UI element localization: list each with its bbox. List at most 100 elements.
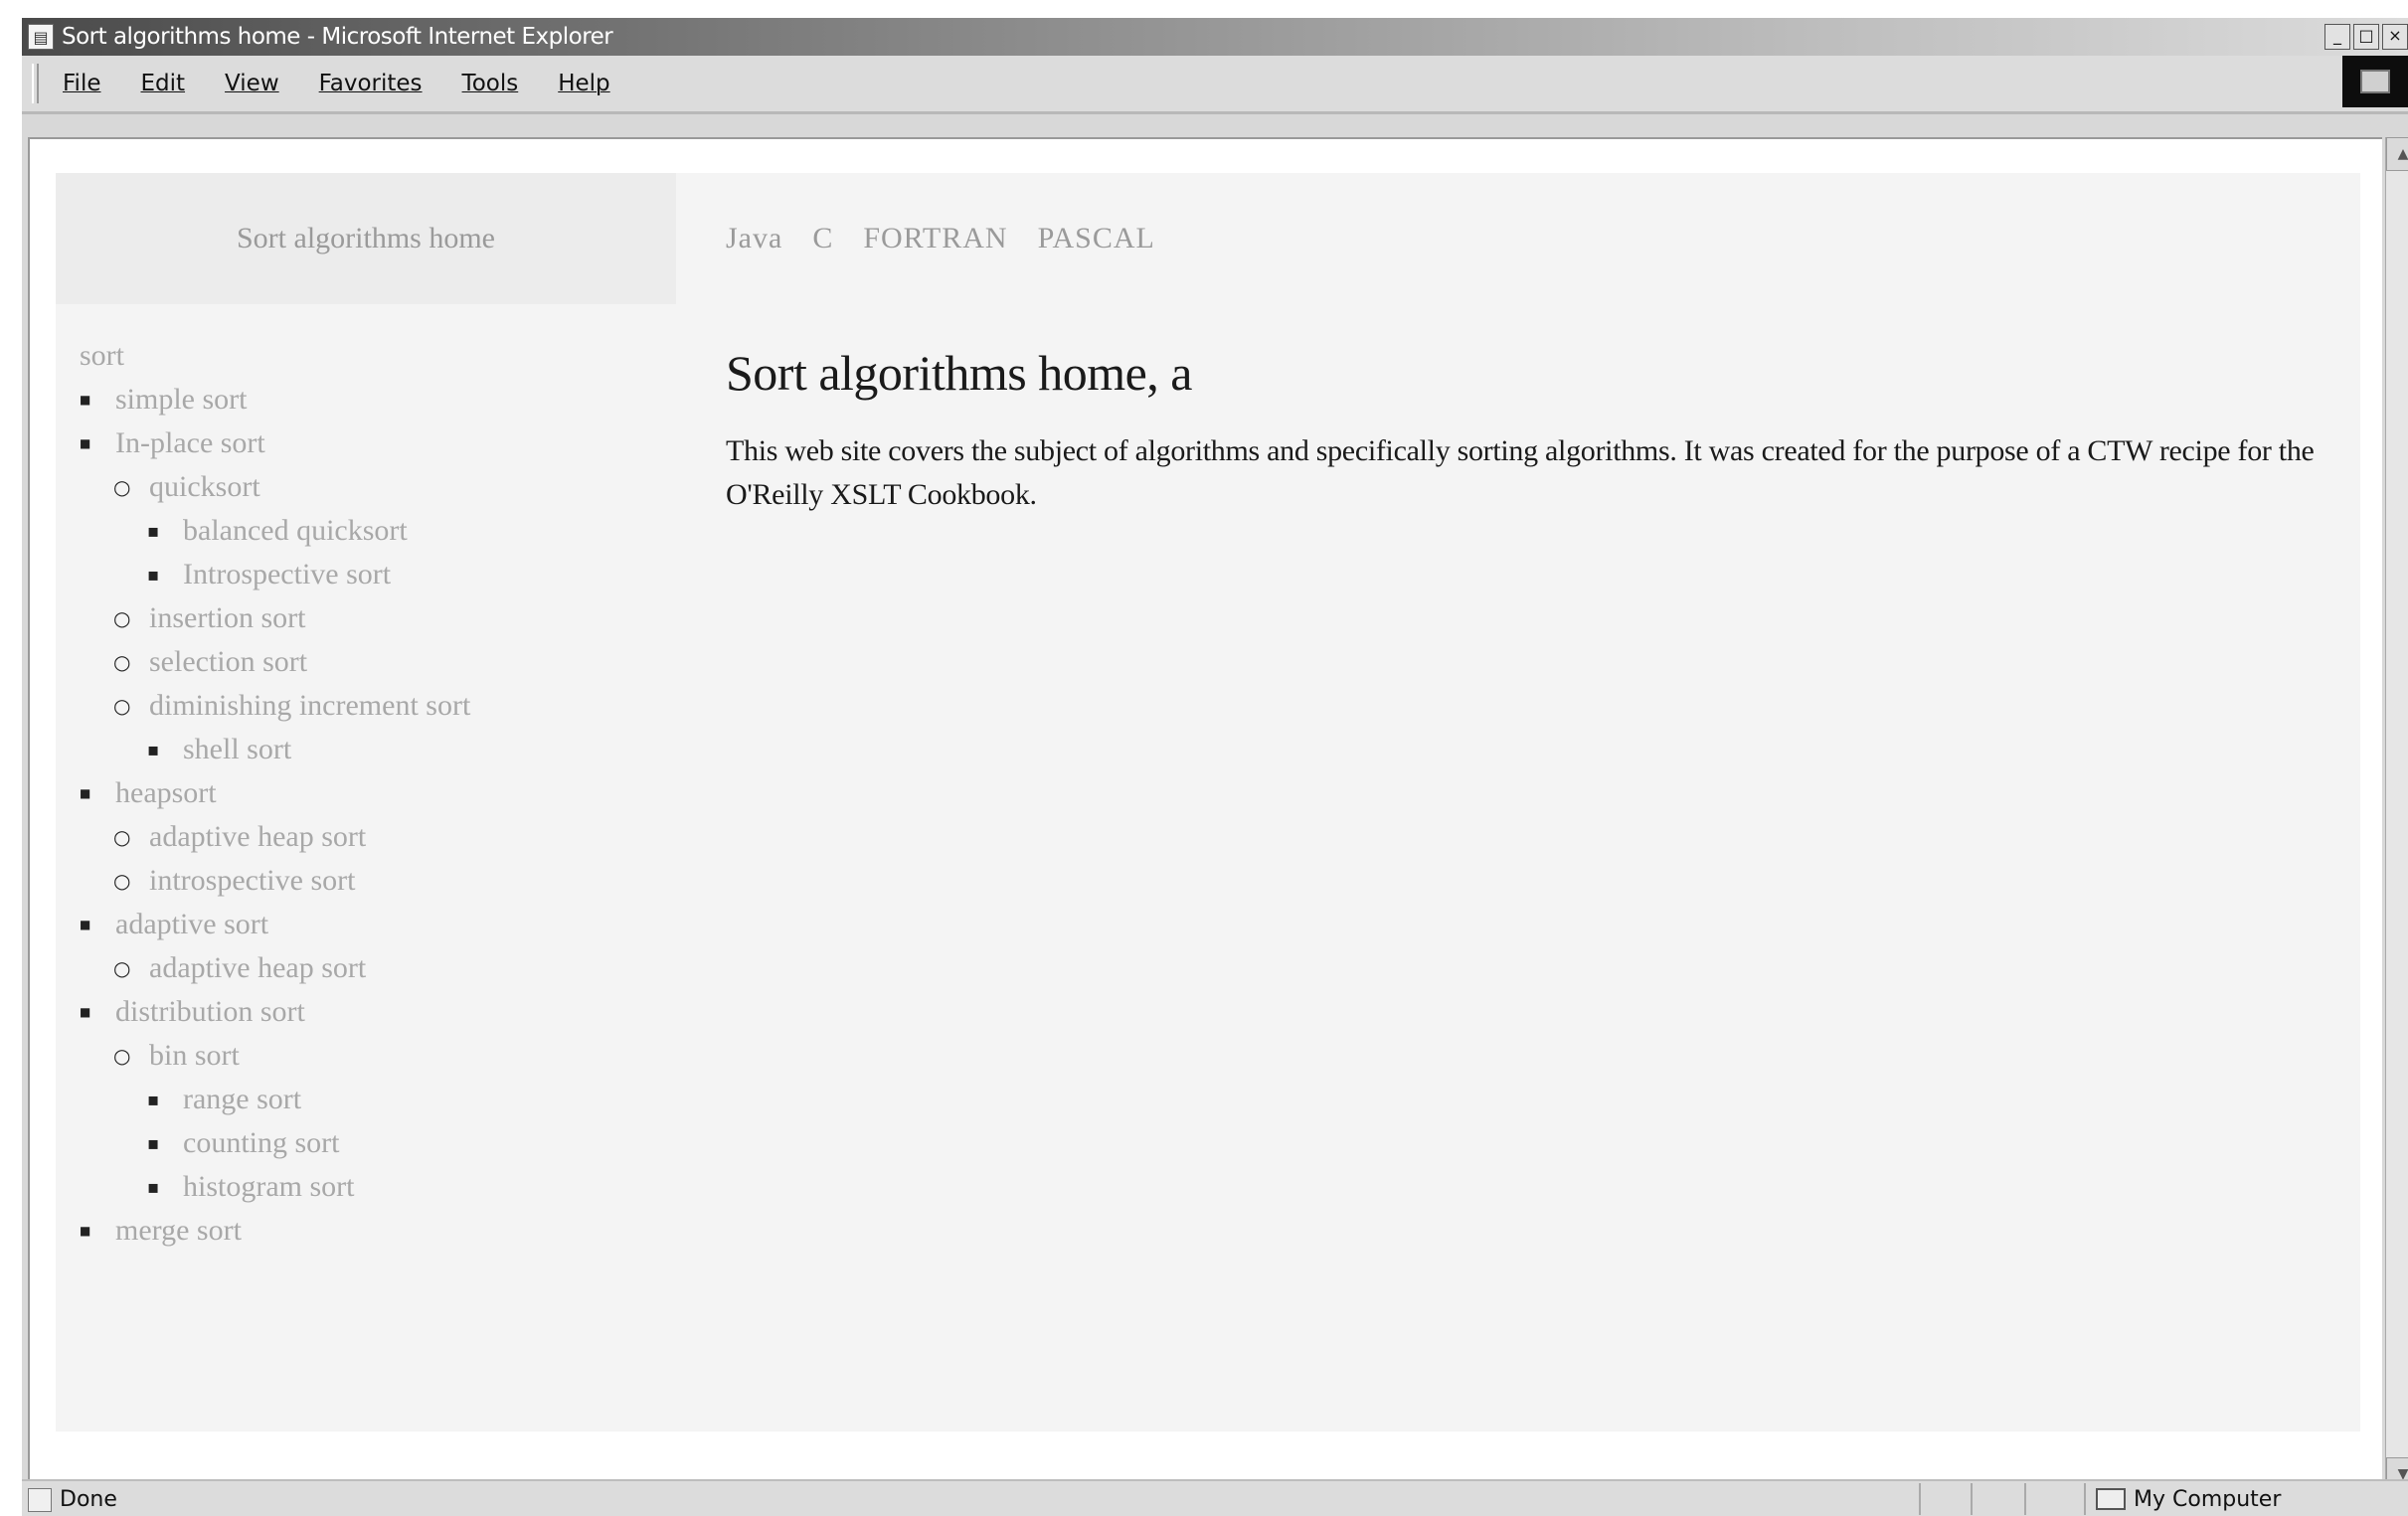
bullet-icon [113,475,149,499]
tree-item[interactable]: quicksort [80,465,676,509]
maximize-button[interactable]: □ [2353,24,2379,50]
bullet-icon [113,650,149,674]
status-divider [1971,1483,1973,1515]
bullet-icon [80,1223,115,1239]
windows-logo-icon [2342,56,2408,107]
tree-item-label[interactable]: bin sort [149,1039,240,1073]
security-zone: My Computer [2084,1483,2281,1515]
tree-item[interactable]: histogram sort [80,1165,676,1209]
tree-root-link[interactable]: sort [80,334,676,378]
tree-item-label[interactable]: simple sort [115,383,248,417]
bullet-icon [113,694,149,718]
bullet-icon [147,565,183,586]
tree-item[interactable]: adaptive heap sort [80,815,676,859]
minimize-button[interactable]: _ [2324,24,2350,50]
bullet-icon [80,917,115,932]
content-viewport: Sort algorithms home Java C FORTRAN PASC… [28,137,2382,1493]
bullet-icon [113,869,149,893]
tree-item-label[interactable]: balanced quicksort [183,514,408,548]
zone-label: My Computer [2134,1486,2282,1512]
vertical-scrollbar[interactable]: ▲ ▼ [2385,137,2408,1491]
bullet-icon [147,1133,183,1154]
tree-item[interactable]: balanced quicksort [80,509,676,553]
page-status-icon [28,1487,52,1512]
tree-item-label[interactable]: introspective sort [149,864,355,898]
tree-item-label[interactable]: Introspective sort [183,558,391,591]
status-bar: Done My Computer [22,1479,2408,1516]
title-bar[interactable]: ▤ Sort algorithms home - Microsoft Inter… [22,18,2408,56]
tree-item-label[interactable]: merge sort [115,1214,242,1248]
status-text: Done [60,1487,117,1512]
tree-item-label[interactable]: shell sort [183,733,291,766]
tree-item[interactable]: Introspective sort [80,553,676,596]
sort-tree-list: simple sort In-place sort quicksort balance… [80,378,676,1253]
bullet-icon [147,740,183,760]
menu-edit[interactable]: Edit [141,71,186,96]
tree-item[interactable]: range sort [80,1078,676,1121]
tree-item[interactable]: merge sort [80,1209,676,1253]
bullet-icon [80,435,115,451]
tree-item-label[interactable]: counting sort [183,1126,340,1160]
bullet-icon [80,392,115,408]
menu-file[interactable]: File [63,71,101,96]
tree-item-label[interactable]: quicksort [149,470,260,504]
tree-item-label[interactable]: insertion sort [149,601,306,635]
tree-item-label[interactable]: adaptive heap sort [149,951,366,985]
tree-item-label[interactable]: distribution sort [115,995,305,1029]
language-nav: Java C FORTRAN PASCAL [726,173,1185,304]
tree-item-label[interactable]: heapsort [115,776,217,810]
bullet-icon [80,1004,115,1020]
scroll-up-arrow-icon[interactable]: ▲ [2386,137,2408,171]
window-controls: _ □ × [2324,24,2408,50]
menu-favorites[interactable]: Favorites [319,71,423,96]
browser-window: ▤ Sort algorithms home - Microsoft Inter… [22,18,2408,1516]
bullet-icon [113,956,149,980]
bullet-icon [147,521,183,542]
page-heading: Sort algorithms home, a [726,345,1193,401]
nav-link-pascal[interactable]: PASCAL [1038,222,1155,255]
menu-bar: File Edit View Favorites Tools Help [22,56,2408,114]
nav-link-java[interactable]: Java [726,222,782,255]
tree-item-label[interactable]: range sort [183,1083,301,1116]
tree-item-label[interactable]: adaptive sort [115,908,268,941]
site-title[interactable]: Sort algorithms home [56,173,676,304]
main-content: Sort algorithms home, a This web site co… [726,342,2317,517]
bullet-icon [80,785,115,801]
status-divider [1919,1483,1921,1515]
bullet-icon [113,606,149,630]
tree-item[interactable]: insertion sort [80,596,676,640]
web-page: Sort algorithms home Java C FORTRAN PASC… [56,173,2360,1432]
tree-item[interactable]: counting sort [80,1121,676,1165]
sort-tree-sidebar: sort simple sort In-place sort quicksort ba… [80,334,676,1253]
tree-item[interactable]: adaptive sort [80,903,676,946]
bullet-icon [113,1044,149,1068]
tree-item-label[interactable]: selection sort [149,645,307,679]
bullet-icon [147,1090,183,1110]
tree-item[interactable]: selection sort [80,640,676,684]
toolbar-grip[interactable] [32,64,39,103]
nav-link-c[interactable]: C [812,222,833,255]
bullet-icon [113,825,149,849]
tree-item-label[interactable]: diminishing increment sort [149,689,470,723]
tree-item-label[interactable]: histogram sort [183,1170,355,1204]
menu-view[interactable]: View [225,71,279,96]
tree-item[interactable]: heapsort [80,771,676,815]
menu-help[interactable]: Help [558,71,609,96]
status-divider [2024,1483,2026,1515]
tree-item[interactable]: distribution sort [80,990,676,1034]
tree-item-label[interactable]: In-place sort [115,426,265,460]
close-button[interactable]: × [2382,24,2408,50]
tree-item[interactable]: adaptive heap sort [80,946,676,990]
tree-item[interactable]: introspective sort [80,859,676,903]
tree-item[interactable]: bin sort [80,1034,676,1078]
nav-link-fortran[interactable]: FORTRAN [863,222,1007,255]
window-title: Sort algorithms home - Microsoft Interne… [62,24,613,50]
tree-item[interactable]: In-place sort [80,421,676,465]
tree-item[interactable]: simple sort [80,378,676,421]
tree-item[interactable]: diminishing increment sort [80,684,676,728]
menu-tools[interactable]: Tools [462,71,519,96]
bullet-icon [147,1177,183,1198]
my-computer-icon [2096,1488,2126,1510]
tree-item[interactable]: shell sort [80,728,676,771]
tree-item-label[interactable]: adaptive heap sort [149,820,366,854]
